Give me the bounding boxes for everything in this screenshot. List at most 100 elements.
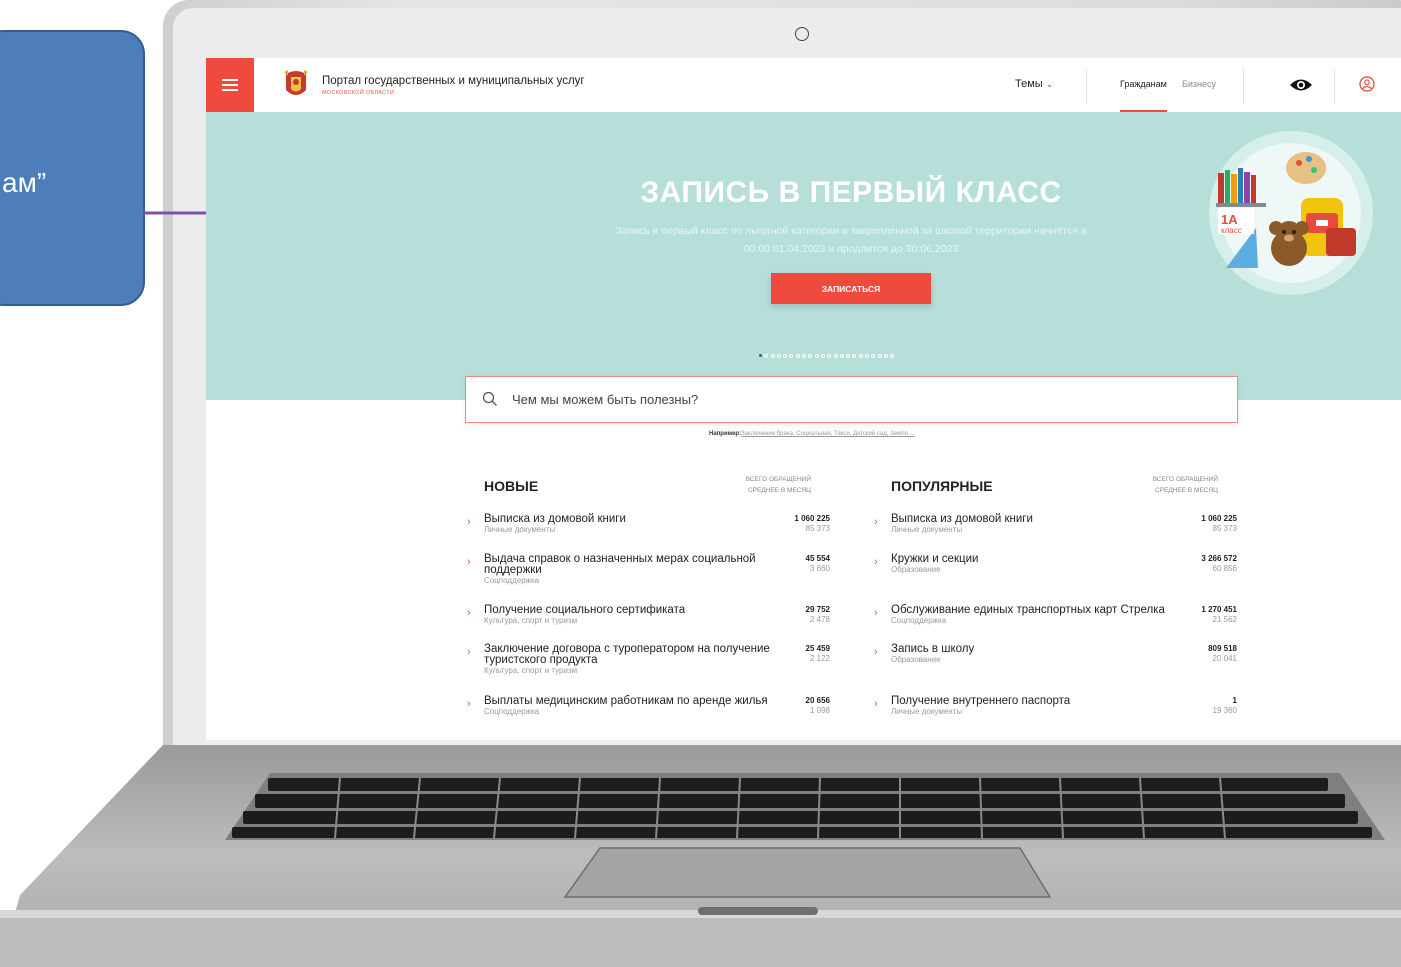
service-title[interactable]: Выплаты медицинским работникам по аренде… <box>484 695 774 707</box>
meta-avg-label: СРЕДНЕЕ В МЕСЯЦ <box>747 487 811 494</box>
carousel-dot[interactable] <box>827 354 832 358</box>
total-requests: 809 518 <box>1208 644 1237 653</box>
service-title[interactable]: Кружки и секции <box>891 553 1181 565</box>
carousel-dot[interactable] <box>783 354 788 358</box>
hero-title: ЗАПИСЬ В ПЕРВЫЙ КЛАСС <box>640 176 1062 209</box>
divider <box>1086 68 1087 104</box>
chevron-right-icon: › <box>874 607 878 619</box>
carousel-dot[interactable] <box>839 354 844 358</box>
carousel-dot[interactable] <box>852 354 857 358</box>
service-title[interactable]: Получение социального сертификата <box>484 604 774 616</box>
coat-of-arms-icon <box>284 70 308 95</box>
monthly-average: 2 478 <box>809 615 830 624</box>
portal-title[interactable]: Портал государственных и муниципальных у… <box>322 75 585 87</box>
service-title[interactable]: Выдача справок о назначенных мерах социа… <box>484 553 774 576</box>
service-title[interactable]: Получение внутреннего паспорта <box>891 695 1181 707</box>
user-profile-icon[interactable] <box>1359 76 1375 92</box>
monthly-average: 60 856 <box>1212 564 1237 573</box>
search-examples: Например:Заключение брака, Социальная, Т… <box>709 431 915 437</box>
tab-citizens[interactable]: Гражданам <box>1120 79 1167 89</box>
total-requests: 25 459 <box>805 644 830 653</box>
menu-icon <box>222 84 238 86</box>
camera-icon <box>795 27 809 41</box>
service-title[interactable]: Заключение договора с туроператором на п… <box>484 643 774 666</box>
service-category: Соцподдержка <box>484 576 540 585</box>
annotation-callout: ” ам” <box>0 30 145 306</box>
tab-business[interactable]: Бизнесу <box>1182 79 1216 89</box>
carousel-dot[interactable] <box>759 354 762 357</box>
service-title[interactable]: Выписка из домовой книги <box>484 513 774 525</box>
service-category: Соцподдержка <box>484 707 540 716</box>
carousel-dots[interactable] <box>759 354 895 358</box>
carousel-dot[interactable] <box>808 354 813 358</box>
monthly-average: 20 041 <box>1212 654 1237 663</box>
monthly-average: 1 098 <box>809 706 830 715</box>
total-requests: 3 266 572 <box>1201 554 1237 563</box>
column-title: ПОПУЛЯРНЫЕ <box>891 478 993 494</box>
carousel-dot[interactable] <box>764 354 769 358</box>
first-grade-illustration: 1А класс <box>1209 131 1373 295</box>
accessibility-eye-icon[interactable] <box>1289 76 1313 94</box>
total-requests: 1 060 225 <box>1201 514 1237 523</box>
carousel-dot[interactable] <box>871 354 876 358</box>
carousel-dot[interactable] <box>865 354 870 358</box>
service-category: Образование <box>891 655 941 664</box>
themes-label: Темы <box>1015 78 1043 90</box>
chevron-right-icon: › <box>467 698 471 710</box>
browser-screen: Портал государственных и муниципальных у… <box>206 58 1401 743</box>
service-title[interactable]: Обслуживание единых транспортных карт Ст… <box>891 604 1181 616</box>
service-category: Личные документы <box>484 525 556 534</box>
total-requests: 45 554 <box>805 554 830 563</box>
total-requests: 1 <box>1232 696 1237 705</box>
service-category: Личные документы <box>891 525 963 534</box>
total-requests: 1 270 451 <box>1201 605 1237 614</box>
chevron-right-icon: › <box>467 516 471 528</box>
service-category: Образование <box>891 565 941 574</box>
illustration-label: 1А <box>1221 212 1238 227</box>
enroll-button[interactable]: ЗАПИСАТЬСЯ <box>771 273 931 304</box>
divider <box>1334 68 1335 104</box>
column-meta: ВСЕГО ОБРАЩЕНИЙ СРЕДНЕЕ В МЕСЯЦ <box>1153 474 1218 496</box>
monthly-average: 3 660 <box>809 564 830 573</box>
service-category: Соцподдержка <box>891 616 947 625</box>
monthly-average: 2 122 <box>809 654 830 663</box>
search-input[interactable]: Чем мы можем быть полезны? <box>465 376 1238 423</box>
service-title[interactable]: Выписка из домовой книги <box>891 513 1181 525</box>
meta-total-label: ВСЕГО ОБРАЩЕНИЙ <box>745 476 811 483</box>
hamburger-menu-button[interactable] <box>206 58 254 112</box>
themes-dropdown[interactable]: Темы ⌄ <box>1015 78 1053 90</box>
carousel-dot[interactable] <box>858 354 863 358</box>
monthly-average: 19 360 <box>1212 706 1237 715</box>
chevron-right-icon: › <box>467 607 471 619</box>
carousel-dot[interactable] <box>877 354 882 358</box>
total-requests: 29 752 <box>805 605 830 614</box>
page-divider <box>206 740 1401 743</box>
meta-avg-label: СРЕДНЕЕ В МЕСЯЦ <box>1154 487 1218 494</box>
carousel-dot[interactable] <box>890 354 895 358</box>
column-meta: ВСЕГО ОБРАЩЕНИЙ СРЕДНЕЕ В МЕСЯЦ <box>746 474 811 496</box>
carousel-dot[interactable] <box>802 354 807 358</box>
carousel-dot[interactable] <box>814 354 819 358</box>
carousel-dot[interactable] <box>846 354 851 358</box>
carousel-dot[interactable] <box>789 354 794 358</box>
carousel-dot[interactable] <box>795 354 800 358</box>
carousel-dot[interactable] <box>883 354 888 358</box>
examples-links[interactable]: Заключение брака, Социальная, Такси, Дет… <box>741 431 915 437</box>
monthly-average: 85 373 <box>805 524 830 533</box>
chevron-right-icon: › <box>467 556 471 568</box>
carousel-dot[interactable] <box>770 354 775 358</box>
column-title: НОВЫЕ <box>484 478 539 494</box>
chevron-right-icon: › <box>874 516 878 528</box>
chevron-down-icon: ⌄ <box>1045 79 1054 89</box>
callout-text-line2: ам” <box>2 167 47 198</box>
service-title[interactable]: Запись в школу <box>891 643 1181 655</box>
chevron-right-icon: › <box>467 646 471 658</box>
search-placeholder: Чем мы можем быть полезны? <box>512 392 699 407</box>
examples-prefix: Например: <box>709 431 742 437</box>
carousel-dot[interactable] <box>820 354 825 358</box>
hero-banner: ЗАПИСЬ В ПЕРВЫЙ КЛАСС Запись в первый кл… <box>206 112 1401 400</box>
carousel-dot[interactable] <box>776 354 781 358</box>
hero-description: Запись в первый класс по льготной катего… <box>615 225 1087 255</box>
chevron-right-icon: › <box>874 556 878 568</box>
carousel-dot[interactable] <box>833 354 838 358</box>
